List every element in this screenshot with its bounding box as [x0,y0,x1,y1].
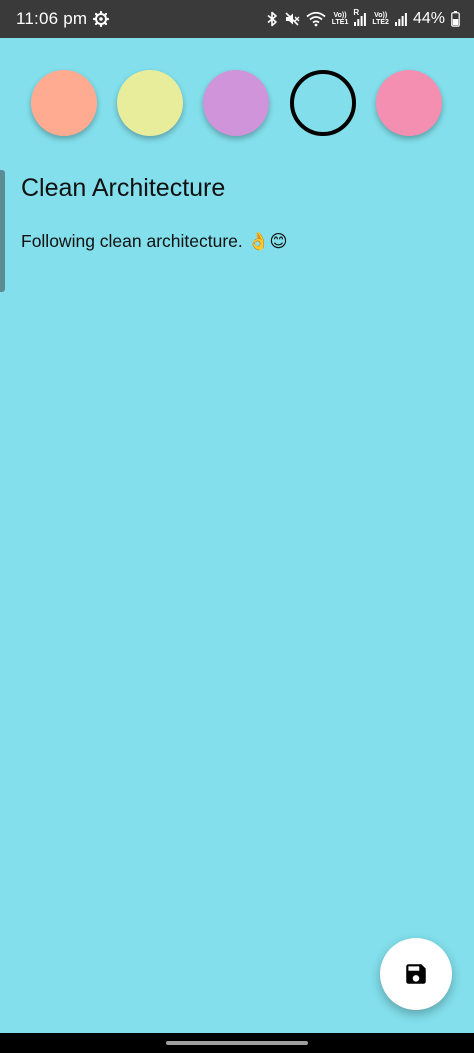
status-time: 11:06 pm [16,9,88,28]
signal-icon [394,12,407,26]
bluetooth-icon [266,11,278,27]
sim2-network-label: Vo)) LTE2 [372,12,389,26]
save-button[interactable] [380,938,452,1010]
save-icon [403,961,429,987]
color-swatch-pink[interactable] [376,70,442,136]
color-swatch-yellow[interactable] [117,70,183,136]
mute-icon [284,11,300,27]
wifi-icon [306,11,326,27]
home-gesture-handle[interactable] [166,1041,308,1045]
battery-icon [451,11,460,27]
settings-gear-icon [93,11,110,27]
scroll-indicator[interactable] [0,170,5,292]
sim2-volte-text: Vo)) [374,12,388,19]
roaming-indicator: R [353,8,360,17]
color-swatch-orange[interactable] [31,70,97,136]
sim1-volte-text: Vo)) [333,12,347,19]
note-title-field[interactable]: Clean Architecture [21,172,451,204]
sim1-network-label: Vo)) LTE1 [332,12,349,26]
sim2-lte-text: LTE2 [372,19,389,26]
signal-icon: R [353,8,367,26]
note-content-field[interactable]: Following clean architecture. 👌😊 [21,228,451,254]
note-editor: Clean Architecture Following clean archi… [0,38,474,1033]
battery-percent: 44% [412,10,445,27]
color-swatch-purple[interactable] [203,70,269,136]
color-picker [0,70,474,138]
sim1-lte-text: LTE1 [331,19,349,26]
status-bar: 11:06 pm Vo)) LTE1 R Vo)) LTE2 44% [0,0,474,38]
color-swatch-cyan-selected[interactable] [290,70,356,136]
system-nav-bar [0,1033,474,1053]
